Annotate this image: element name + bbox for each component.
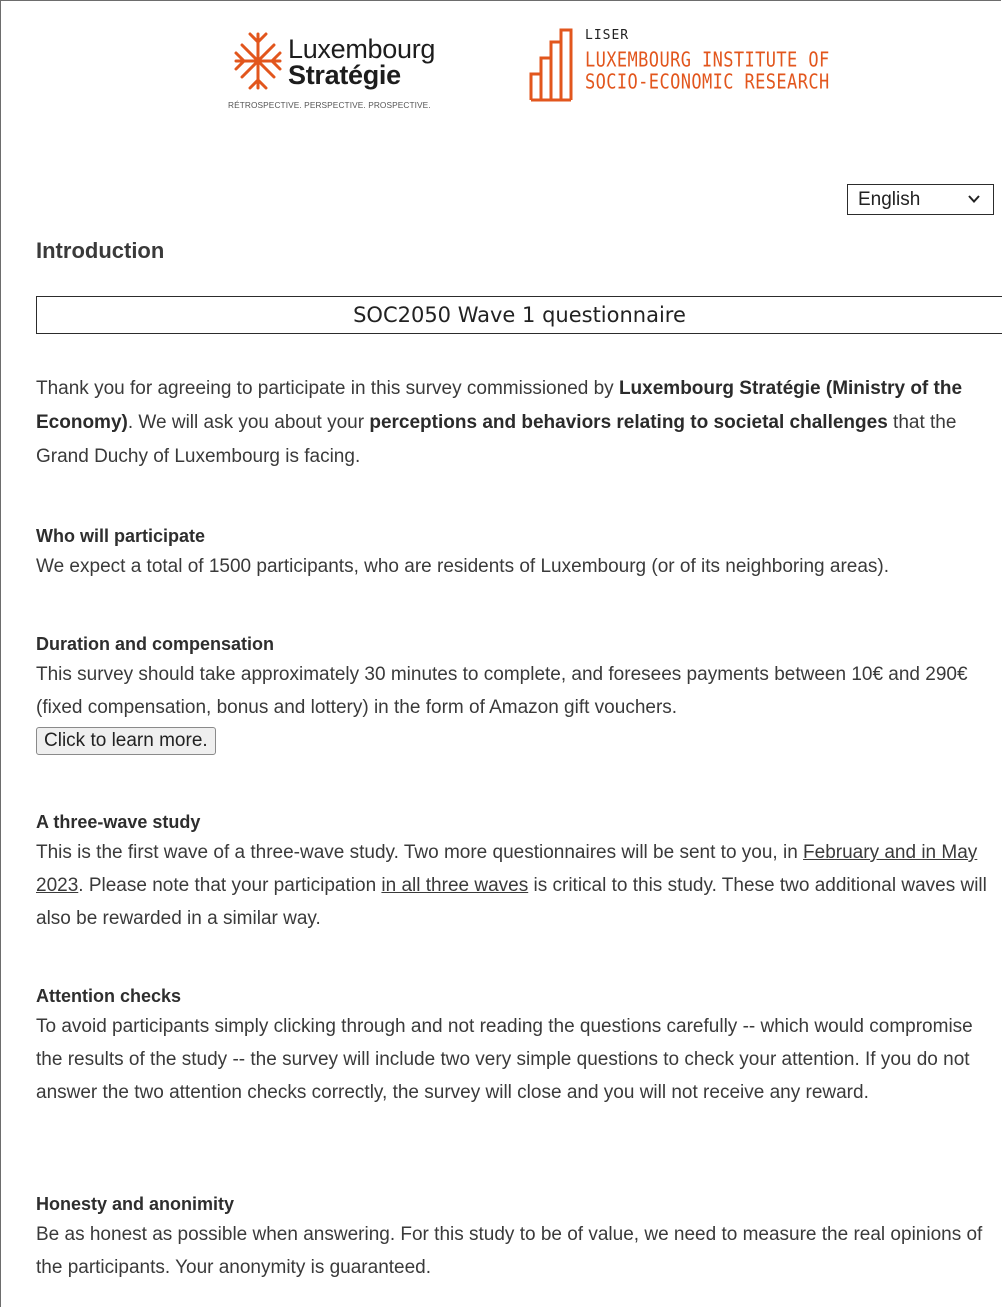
liser-mark-icon <box>529 28 573 102</box>
section-text: We expect a total of 1500 participants, … <box>36 556 890 577</box>
liser-line2: SOCIO-ECONOMIC RESEARCH <box>585 70 830 95</box>
liser-line1: LUXEMBOURG INSTITUTE OF <box>585 48 830 73</box>
section-heading: Duration and compensation <box>36 634 275 654</box>
section-text: This is the first wave of a three-wave s… <box>36 836 1002 935</box>
section-honesty: Honesty and anonimity Be as honest as po… <box>36 1190 1002 1284</box>
learn-more-button[interactable]: Click to learn more. <box>36 727 216 755</box>
three-wave-underline-2: in all three waves <box>381 875 529 896</box>
section-text: To avoid participants simply clicking th… <box>36 1016 973 1103</box>
section-three-wave: A three-wave study This is the first wav… <box>36 808 1002 935</box>
luxembourg-strategie-logo: Luxembourg Stratégie RÉTROSPECTIVE. PERS… <box>228 24 478 124</box>
questionnaire-title: SOC2050 Wave 1 questionnaire <box>36 296 1002 334</box>
section-attention: Attention checks To avoid participants s… <box>36 982 1002 1109</box>
section-text: Be as honest as possible when answering.… <box>36 1224 983 1278</box>
section-heading: Honesty and anonimity <box>36 1194 235 1214</box>
page-title: Introduction <box>36 238 165 263</box>
liser-logo: LISER LUXEMBOURG INSTITUTE OF SOCIO-ECON… <box>527 24 857 114</box>
luxembourg-strategie-mark-icon <box>234 32 282 90</box>
intro-text-2: . We will ask you about your <box>127 412 370 433</box>
intro-paragraph: Thank you for agreeing to participate in… <box>36 372 1002 474</box>
intro-bold-2: perceptions and behaviors relating to so… <box>369 412 888 433</box>
section-heading: Who will participate <box>36 526 206 546</box>
three-wave-text-1: This is the first wave of a three-wave s… <box>36 842 804 863</box>
section-heading: Attention checks <box>36 986 182 1006</box>
language-select[interactable]: English <box>847 184 994 215</box>
three-wave-text-2: . Please note that your participation <box>78 875 382 896</box>
language-select-value: English <box>858 188 921 210</box>
logo-tagline: RÉTROSPECTIVE. PERSPECTIVE. PROSPECTIVE. <box>228 100 431 110</box>
section-duration: Duration and compensation This survey sh… <box>36 630 1002 757</box>
liser-abbr: LISER <box>585 28 630 43</box>
section-text: This survey should take approximately 30… <box>36 664 968 718</box>
logo-line2: Stratégie <box>288 60 401 90</box>
intro-text-1: Thank you for agreeing to participate in… <box>36 378 619 399</box>
section-who: Who will participate We expect a total o… <box>36 522 1002 583</box>
section-heading: A three-wave study <box>36 812 201 832</box>
chevron-down-icon <box>968 195 980 203</box>
